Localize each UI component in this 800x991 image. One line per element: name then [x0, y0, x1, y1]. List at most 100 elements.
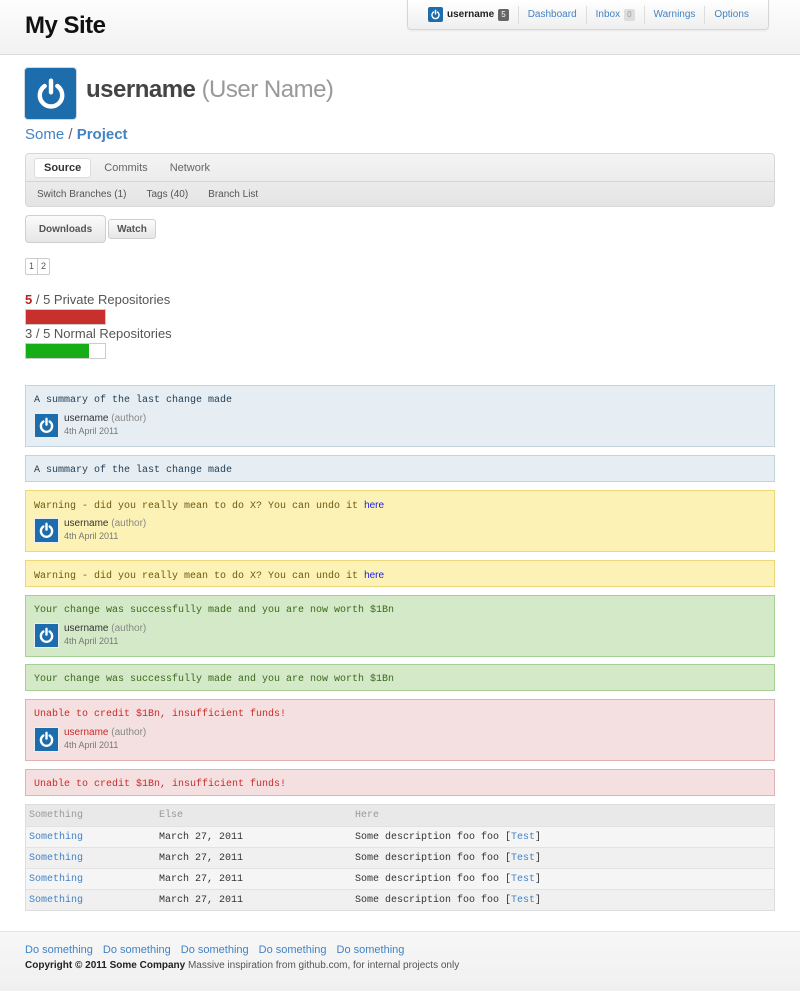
repo-subtabs: Switch Branches (1) Tags (40) Branch Lis… — [26, 181, 774, 207]
author-avatar — [34, 726, 59, 752]
watch-button[interactable]: Watch — [108, 219, 156, 239]
message-text: Unable to credit $1Bn, insufficient fund… — [34, 709, 287, 720]
userbar-username: username — [447, 9, 495, 20]
author-name[interactable]: username — [64, 518, 108, 529]
copyright-holder: Copyright © 2011 Some Company — [25, 960, 186, 971]
power-icon — [39, 417, 54, 433]
author-role: (author) — [111, 518, 147, 529]
row-desc-text: Some description foo foo [ — [355, 853, 512, 864]
info-message: A summary of the last change made userna… — [25, 385, 775, 447]
error-message-compact: Unable to credit $1Bn, insufficient fund… — [25, 769, 775, 796]
normal-repos-bar-fill — [26, 344, 90, 358]
message-text: A summary of the last change made — [34, 465, 233, 476]
nav-inbox[interactable]: Inbox 0 — [585, 5, 644, 24]
author-name[interactable]: username — [64, 727, 108, 738]
private-repos-label: 5 / 5 Private Repositories — [25, 292, 170, 307]
repo-tabs-panel: Source Commits Network Switch Branches (… — [25, 153, 775, 207]
table-row: Something March 27, 2011 Some descriptio… — [26, 826, 774, 847]
copyright: Copyright © 2011 Some Company Massive in… — [25, 960, 459, 971]
message-author: username (author) 4th April 2011 — [34, 622, 146, 648]
subtab-branch-list[interactable]: Branch List — [208, 189, 258, 200]
message-date: 4th April 2011 — [64, 531, 119, 541]
message-text: Unable to credit $1Bn, insufficient fund… — [34, 779, 287, 790]
row-name-link[interactable]: Something — [29, 832, 83, 843]
user-count-badge: 5 — [498, 8, 509, 21]
column-header: Else — [159, 810, 184, 821]
subtab-tags[interactable]: Tags (40) — [146, 189, 188, 200]
row-desc-close: ] — [535, 853, 542, 864]
tab-commits[interactable]: Commits — [95, 159, 156, 177]
error-message: Unable to credit $1Bn, insufficient fund… — [25, 699, 775, 761]
site-title[interactable]: My Site — [25, 12, 106, 40]
message-date: 4th April 2011 — [64, 636, 119, 646]
row-desc-close: ] — [535, 895, 542, 906]
page-1[interactable]: 1 — [26, 259, 37, 274]
author-avatar — [34, 412, 59, 438]
site-header: My Site username 5 Dashboard Inbox 0 War… — [0, 0, 800, 55]
tab-network[interactable]: Network — [161, 159, 219, 177]
author-name[interactable]: username — [64, 413, 108, 424]
breadcrumb: Some / Project — [25, 126, 128, 143]
row-test-link[interactable]: Test — [511, 895, 535, 906]
table-row: Something March 27, 2011 Some descriptio… — [26, 847, 774, 868]
row-date: March 27, 2011 — [159, 874, 244, 885]
copyright-note: Massive inspiration from github.com, for… — [185, 960, 460, 971]
row-desc-close: ] — [535, 874, 542, 885]
profile-name: username (User Name) — [86, 76, 334, 104]
table-header: Something Else Here — [26, 805, 774, 826]
footer-link[interactable]: Do something — [181, 944, 249, 956]
breadcrumb-repo[interactable]: Project — [77, 126, 128, 143]
userbar: username 5 Dashboard Inbox 0 Warnings Op… — [407, 0, 769, 30]
success-message-compact: Your change was successfully made and yo… — [25, 664, 775, 691]
breadcrumb-owner[interactable]: Some — [25, 126, 64, 143]
warning-message-compact: Warning - did you really mean to do X? Y… — [25, 560, 775, 587]
author-name[interactable]: username — [64, 623, 108, 634]
author-avatar — [34, 517, 59, 543]
table-row: Something March 27, 2011 Some descriptio… — [26, 889, 774, 910]
page-2[interactable]: 2 — [37, 259, 49, 274]
message-author: username (author) 4th April 2011 — [34, 726, 146, 752]
pagination: 1 2 — [25, 258, 51, 275]
private-repos-bar — [25, 309, 106, 325]
undo-link[interactable]: here — [364, 500, 384, 511]
normal-repos-label: 3 / 5 Normal Repositories — [25, 326, 172, 341]
power-icon — [39, 522, 54, 538]
row-test-link[interactable]: Test — [511, 853, 535, 864]
footer-link[interactable]: Do something — [103, 944, 171, 956]
author-line: username (author) — [64, 518, 146, 530]
message-author: username (author) 4th April 2011 — [34, 517, 146, 543]
nav-inbox-label: Inbox — [595, 9, 621, 20]
row-test-link[interactable]: Test — [511, 874, 535, 885]
column-header: Here — [355, 810, 380, 821]
footer-link[interactable]: Do something — [25, 944, 93, 956]
footer-links: Do something Do something Do something D… — [25, 944, 414, 956]
nav-warnings[interactable]: Warnings — [643, 5, 705, 24]
info-message-compact: A summary of the last change made — [25, 455, 775, 482]
undo-link[interactable]: here — [364, 570, 384, 581]
nav-options[interactable]: Options — [704, 5, 757, 24]
author-line: username (author) — [64, 413, 146, 425]
footer-link[interactable]: Do something — [337, 944, 405, 956]
subtab-switch-branches[interactable]: Switch Branches (1) — [37, 189, 126, 200]
message-date: 4th April 2011 — [64, 426, 119, 436]
nav-dashboard[interactable]: Dashboard — [517, 5, 586, 24]
row-desc-text: Some description foo foo [ — [355, 832, 512, 843]
inbox-count-badge: 0 — [624, 8, 635, 21]
userbar-user[interactable]: username 5 — [408, 6, 518, 24]
message-text: Warning - did you really mean to do X? Y… — [34, 500, 384, 512]
table-row: Something March 27, 2011 Some descriptio… — [26, 868, 774, 889]
row-name-link[interactable]: Something — [29, 853, 83, 864]
footer-link[interactable]: Do something — [259, 944, 327, 956]
power-icon — [39, 731, 54, 747]
data-table: Something Else Here Something March 27, … — [25, 804, 775, 911]
row-date: March 27, 2011 — [159, 832, 244, 843]
author-line: username (author) — [64, 727, 146, 739]
row-name-link[interactable]: Something — [29, 895, 83, 906]
breadcrumb-separator: / — [68, 126, 73, 143]
message-body: Warning - did you really mean to do X? Y… — [34, 501, 365, 512]
downloads-button[interactable]: Downloads — [25, 215, 106, 243]
tab-source[interactable]: Source — [34, 158, 92, 178]
row-name-link[interactable]: Something — [29, 874, 83, 885]
row-test-link[interactable]: Test — [511, 832, 535, 843]
site-footer: Do something Do something Do something D… — [0, 931, 800, 991]
